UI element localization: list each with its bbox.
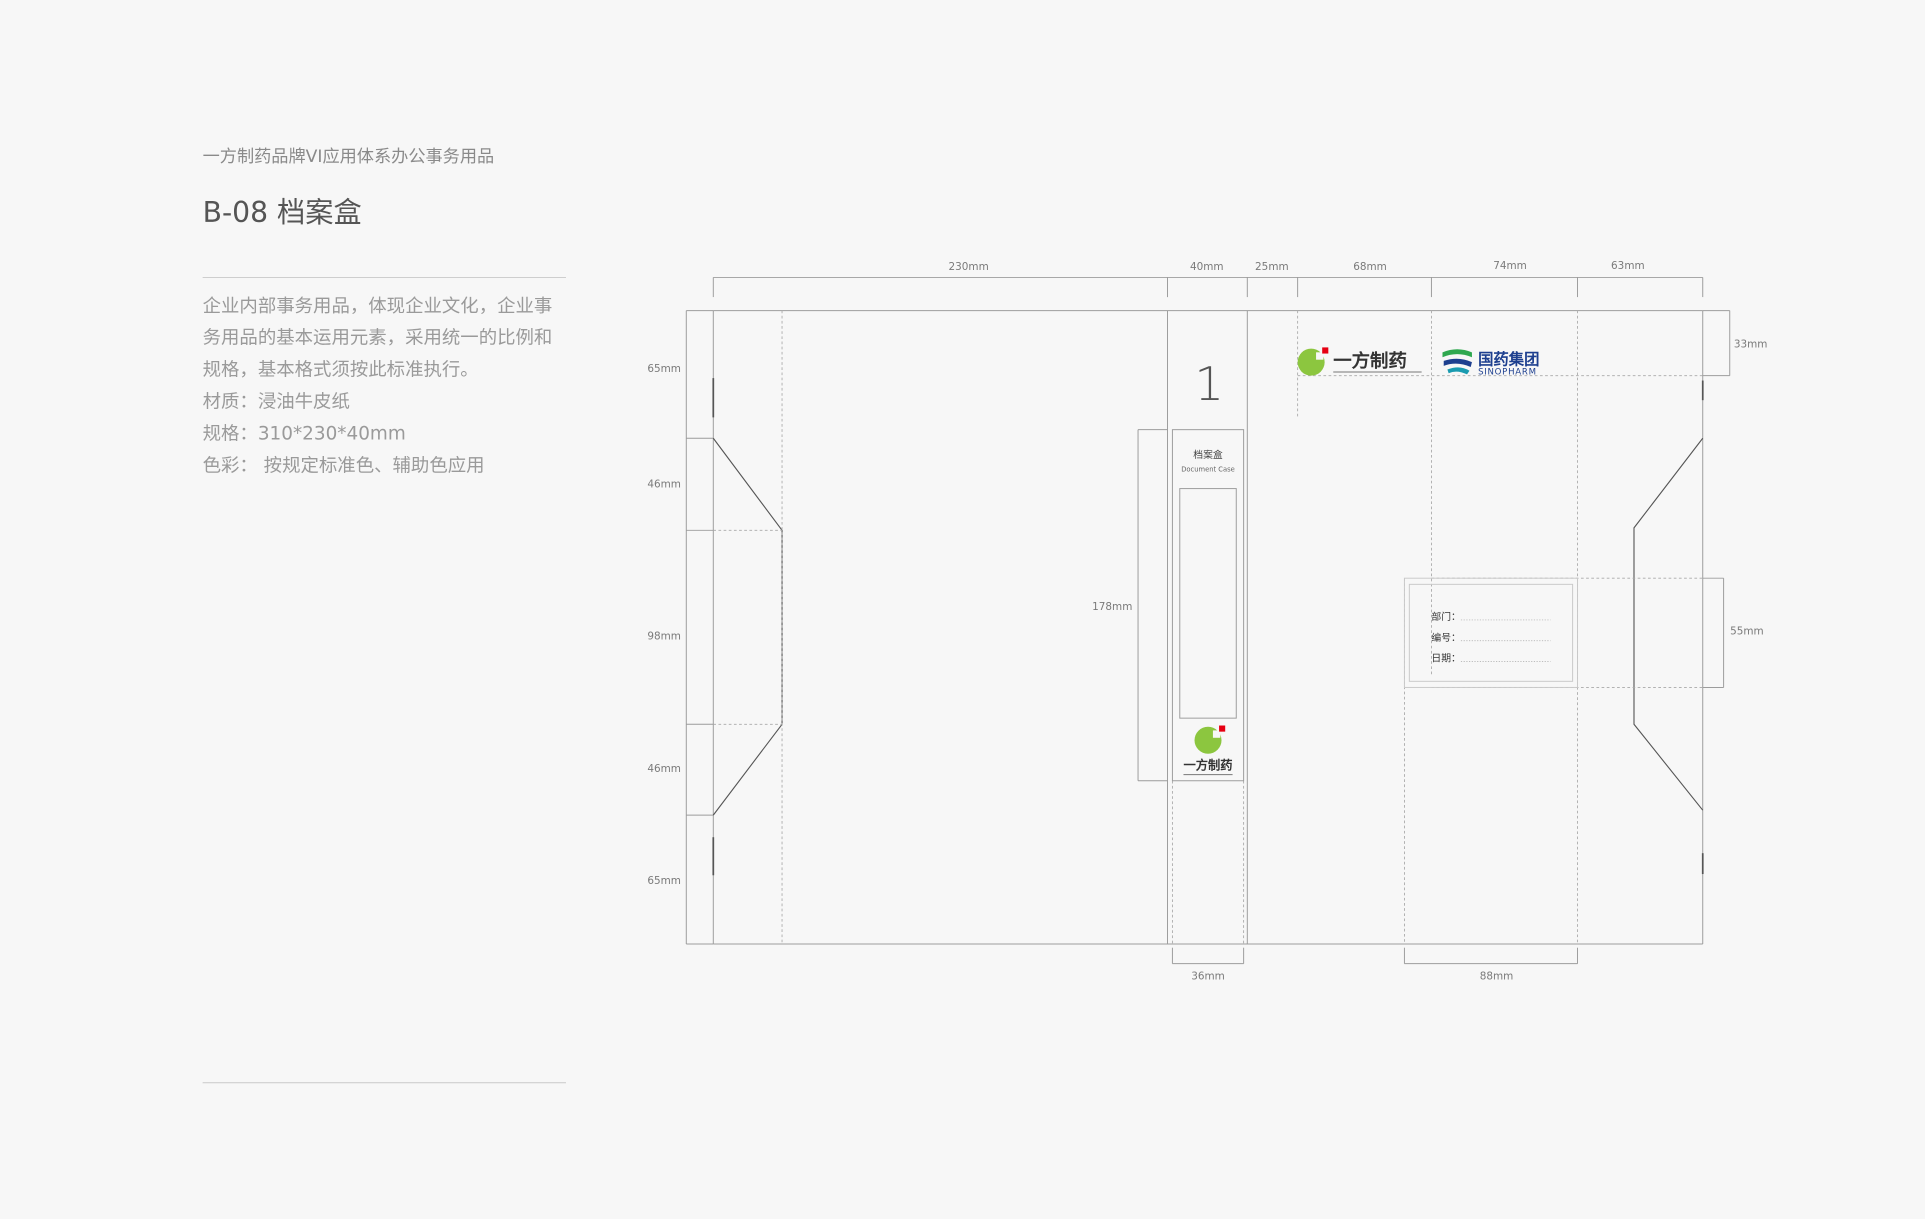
dieline-drawing: 230mm 40mm 25mm 68mm 74mm 63mm 65mm 46mm…: [647, 260, 1767, 983]
dimension-label: 33mm: [1734, 338, 1768, 350]
brand-logo: 一方制药: [1297, 347, 1422, 376]
partner-name: 国药集团: [1478, 351, 1539, 369]
sinopharm-logo: 国药集团 SINOPHARM: [1442, 349, 1539, 377]
dimension-label: 40mm: [1190, 261, 1224, 273]
department-field: 部门：: [1431, 610, 1460, 623]
description-line: 务用品的基本运用元素，采用统一的比例和: [203, 328, 553, 349]
page-title: B-08 档案盒: [203, 196, 362, 229]
description-line: 规格，基本格式须按此标准执行。: [203, 360, 479, 381]
size-line: 规格：310*230*40mm: [203, 423, 406, 444]
dimension-label: 98mm: [647, 631, 681, 643]
dimension-label: 65mm: [647, 363, 681, 375]
spine-label-subtitle: Document Case: [1181, 465, 1235, 473]
right-flap-notch: [1633, 437, 1704, 811]
top-dimension-line: 230mm 40mm 25mm 68mm 74mm 63mm: [712, 260, 1704, 298]
brand-name: 一方制药: [1333, 350, 1407, 372]
material-line: 材质：浸油牛皮纸: [203, 392, 350, 413]
date-field: 日期：: [1431, 653, 1460, 665]
text-column: 一方制药品牌VI应用体系办公事务用品 B-08 档案盒 企业内部事务用品，体现企…: [202, 147, 566, 1084]
series-title: 一方制药品牌VI应用体系办公事务用品: [203, 147, 495, 167]
brand-logo-small: 一方制药: [1183, 725, 1233, 776]
dimension-label: 230mm: [949, 261, 989, 273]
color-line: 色彩： 按规定标准色、辅助色应用: [203, 455, 485, 476]
dimension-label: 55mm: [1730, 626, 1764, 638]
number-field: 编号：: [1431, 631, 1460, 644]
dimension-label: 63mm: [1611, 260, 1645, 272]
dimension-label: 88mm: [1480, 971, 1514, 983]
partner-name-en: SINOPHARM: [1478, 367, 1537, 377]
info-label: 部门： 编号： 日期：: [1403, 577, 1579, 688]
description-line: 企业内部事务用品，体现企业文化，企业事: [203, 296, 553, 317]
dimension-label: 74mm: [1493, 260, 1527, 272]
dimension-label: 46mm: [647, 763, 681, 775]
left-dimension-line: 65mm 46mm 98mm 46mm 65mm: [647, 310, 714, 945]
spine-label-window: [1179, 488, 1237, 719]
dimension-label: 25mm: [1255, 261, 1289, 273]
dimension-label: 36mm: [1191, 971, 1225, 983]
left-flap-notch: [712, 437, 783, 816]
spine-label-title: 档案盒: [1193, 448, 1223, 461]
brand-name: 一方制药: [1183, 758, 1232, 773]
right-dimension-lines: 33mm 55mm: [1702, 310, 1768, 688]
bottom-dimension-lines: 36mm 88mm: [1171, 947, 1579, 983]
spine-dimension-line: 178mm: [1092, 429, 1168, 782]
dimension-label: 68mm: [1353, 261, 1387, 273]
vi-manual-page: 一方制药品牌VI应用体系办公事务用品 B-08 档案盒 企业内部事务用品，体现企…: [202, 147, 1767, 1084]
spine-label: 档案盒 Document Case 一方制药: [1171, 429, 1245, 782]
dimension-label: 46mm: [647, 478, 681, 490]
dimension-label: 178mm: [1092, 601, 1132, 613]
dimension-label: 65mm: [647, 875, 681, 887]
spine-number: 1: [1194, 357, 1224, 411]
